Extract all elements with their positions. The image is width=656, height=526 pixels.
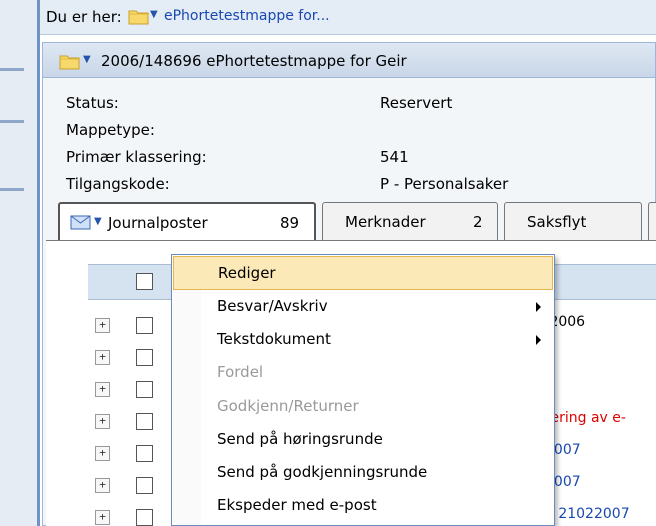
row-checkbox[interactable] xyxy=(136,445,153,462)
menu-item-rediger[interactable]: Rediger xyxy=(173,256,553,290)
tab-journalposter[interactable]: ▼ Journalposter 89 xyxy=(58,202,316,240)
menu-item-label: Tekstdokument xyxy=(217,330,331,348)
tab-merknader[interactable]: Merknader 2 xyxy=(322,202,498,240)
folder-type-label: Mappetype: xyxy=(66,121,155,139)
access-code-label: Tilgangskode: xyxy=(66,175,170,193)
case-panel-header: ▼ 2006/148696 ePhortetestmappe for Geir xyxy=(42,42,656,78)
tab-label: Merknader xyxy=(345,213,426,231)
expand-row-button[interactable]: + xyxy=(95,446,110,461)
expand-row-button[interactable]: + xyxy=(95,478,110,493)
tab-label: Journalposter xyxy=(108,214,208,232)
menu-item-label: Ekspeder med e-post xyxy=(217,496,377,514)
menu-item-ekspeder-epost[interactable]: Ekspeder med e-post xyxy=(173,489,553,523)
menu-item-label: Fordel xyxy=(217,363,264,381)
expand-row-button[interactable]: + xyxy=(95,318,110,333)
tab-overflow[interactable] xyxy=(648,202,656,240)
menu-item-label: Godkjenn/Returner xyxy=(217,397,359,415)
left-strip-divider xyxy=(0,120,24,123)
left-strip-divider xyxy=(0,68,24,71)
expand-row-button[interactable]: + xyxy=(95,510,110,525)
dropdown-arrow-icon[interactable]: ▼ xyxy=(94,216,102,227)
menu-item-label: Send på godkjenningsrunde xyxy=(217,463,428,481)
select-all-checkbox[interactable] xyxy=(136,273,153,290)
row-text[interactable]: tering av e- xyxy=(545,410,626,426)
row-checkbox[interactable] xyxy=(136,413,153,430)
tab-saksflyt[interactable]: Saksflyt xyxy=(504,202,642,240)
menu-item-label: Rediger xyxy=(218,264,276,282)
left-strip-edge xyxy=(37,0,40,526)
menu-item-besvar-avskriv[interactable]: Besvar/Avskriv xyxy=(173,290,553,324)
mail-folder-icon xyxy=(70,213,92,235)
access-code-value: P - Personalsaker xyxy=(380,175,509,193)
row-checkbox[interactable] xyxy=(136,477,153,494)
tab-label: Saksflyt xyxy=(527,213,587,231)
breadcrumb-label: Du er her: xyxy=(46,8,122,26)
status-label: Status: xyxy=(66,94,119,112)
folder-icon[interactable] xyxy=(59,52,81,74)
menu-item-send-godkjenningsrunde[interactable]: Send på godkjenningsrunde xyxy=(173,456,553,490)
context-menu: Rediger Besvar/Avskriv Tekstdokument For… xyxy=(171,254,555,526)
row-text[interactable]: d 21022007 xyxy=(545,506,630,522)
row-checkbox[interactable] xyxy=(136,381,153,398)
breadcrumb-link[interactable]: ePhortetestmappe for... xyxy=(164,8,330,24)
menu-item-godkjenn-returner[interactable]: Godkjenn/Returner xyxy=(173,390,553,424)
row-checkbox[interactable] xyxy=(136,509,153,526)
expand-row-button[interactable]: + xyxy=(95,382,110,397)
folder-icon[interactable] xyxy=(128,7,150,29)
dropdown-arrow-icon[interactable]: ▼ xyxy=(83,54,91,65)
left-strip-divider xyxy=(0,188,24,191)
row-checkbox[interactable] xyxy=(136,349,153,366)
tab-count: 2 xyxy=(473,213,483,231)
submenu-arrow-icon xyxy=(536,335,541,345)
left-navigation-strip xyxy=(0,0,40,526)
breadcrumb: Du er her: ▼ ePhortetestmappe for... xyxy=(40,0,656,35)
primary-classification-label: Primær klassering: xyxy=(66,148,207,166)
menu-item-tekstdokument[interactable]: Tekstdokument xyxy=(173,323,553,357)
dropdown-arrow-icon[interactable]: ▼ xyxy=(150,9,158,20)
expand-row-button[interactable]: + xyxy=(95,350,110,365)
tab-count: 89 xyxy=(280,214,300,232)
menu-item-fordel[interactable]: Fordel xyxy=(173,356,553,390)
submenu-arrow-icon xyxy=(536,302,541,312)
row-checkbox[interactable] xyxy=(136,317,153,334)
expand-row-button[interactable]: + xyxy=(95,414,110,429)
primary-classification-value: 541 xyxy=(380,148,409,166)
menu-item-send-horingsrunde[interactable]: Send på høringsrunde xyxy=(173,423,553,457)
case-title: 2006/148696 ePhortetestmappe for Geir xyxy=(101,52,407,70)
menu-item-label: Besvar/Avskriv xyxy=(217,297,328,315)
menu-item-label: Send på høringsrunde xyxy=(217,430,383,448)
status-value: Reservert xyxy=(380,94,453,112)
